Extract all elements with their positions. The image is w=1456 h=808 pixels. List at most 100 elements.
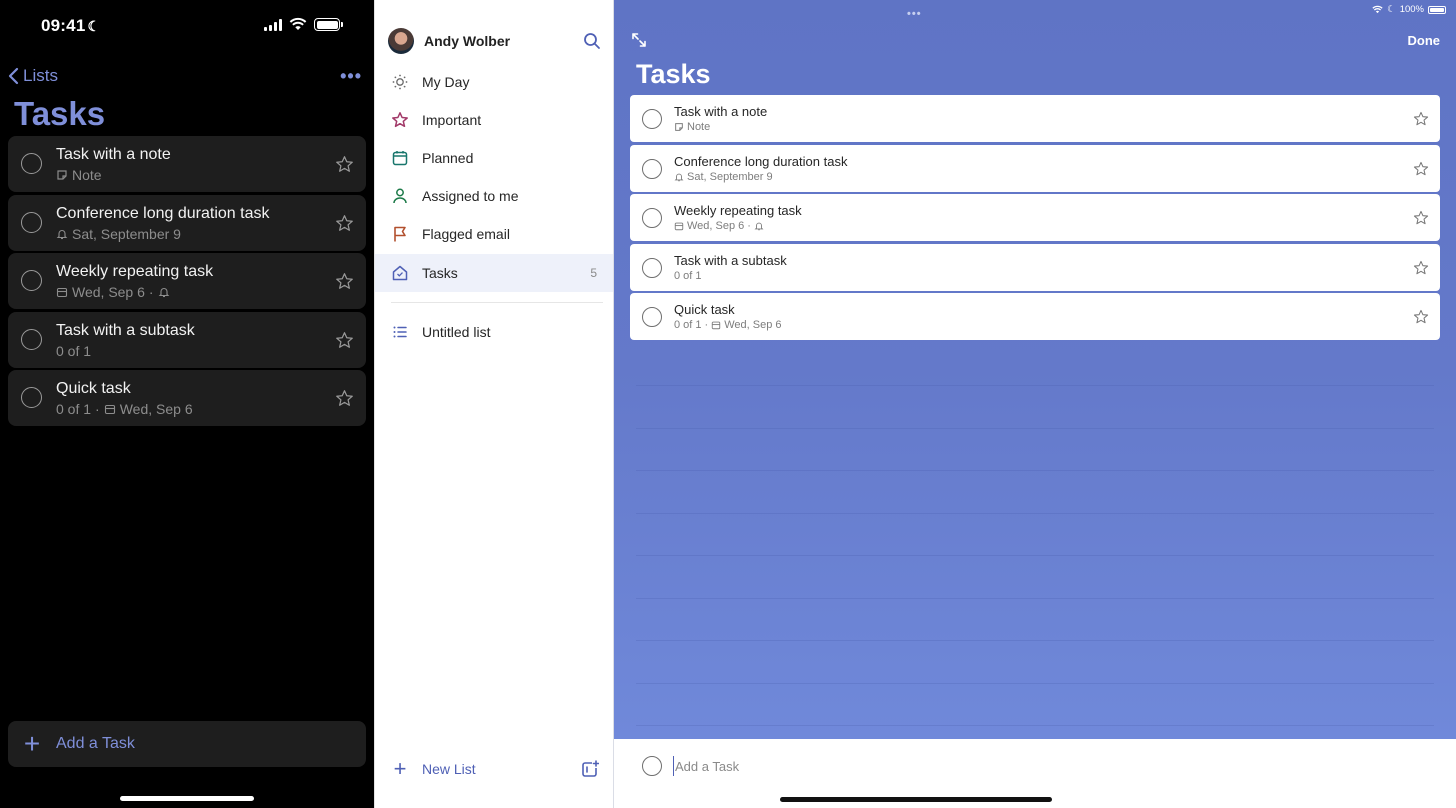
complete-task-checkbox[interactable] xyxy=(21,328,42,350)
plus-icon: + xyxy=(23,728,41,759)
add-task-circle-icon xyxy=(642,756,662,776)
mark-important-button[interactable] xyxy=(335,389,354,413)
mark-important-button[interactable] xyxy=(1413,161,1429,182)
add-task-input[interactable] xyxy=(673,756,1273,776)
sidebar-item-untitled-list[interactable]: Untitled list xyxy=(375,313,613,351)
complete-task-checkbox[interactable] xyxy=(21,387,42,408)
home-indicator xyxy=(120,796,254,801)
sidebar-item-label: Tasks xyxy=(422,265,458,281)
ruled-line xyxy=(636,725,1434,726)
complete-task-checkbox[interactable] xyxy=(21,270,42,291)
task-row[interactable]: Weekly repeating task Wed, Sep 6 · xyxy=(630,194,1440,242)
mark-important-button[interactable] xyxy=(1413,309,1429,330)
sidebar-item-my-day[interactable]: My Day xyxy=(375,63,613,101)
task-meta-text: Note xyxy=(72,167,102,183)
task-row[interactable]: Quick task 0 of 1 · Wed, Sep 6 xyxy=(8,370,366,426)
mark-important-button[interactable] xyxy=(335,331,354,355)
nav-bar: Lists ••• xyxy=(8,64,362,88)
ruled-line xyxy=(636,427,1434,429)
moon-icon: ☾ xyxy=(87,18,101,34)
moon-icon: ☾ xyxy=(1387,4,1396,15)
sidebar-item-label: Planned xyxy=(422,150,474,166)
battery-icon xyxy=(314,18,343,31)
complete-task-checkbox[interactable] xyxy=(21,211,42,233)
complete-task-checkbox[interactable] xyxy=(642,109,662,129)
star-icon[interactable] xyxy=(335,272,354,291)
back-to-lists-button[interactable]: Lists xyxy=(8,66,58,86)
task-row[interactable]: Conference long duration task Sat, Septe… xyxy=(630,144,1440,192)
sidebar-item-planned[interactable]: Planned xyxy=(375,139,613,177)
complete-task-checkbox[interactable] xyxy=(642,257,662,278)
cellular-signal-icon xyxy=(264,19,282,31)
task-row[interactable]: Task with a subtask 0 of 1 xyxy=(630,243,1440,291)
house-icon xyxy=(391,264,409,282)
star-icon[interactable] xyxy=(1413,260,1429,276)
star-icon[interactable] xyxy=(335,155,354,174)
star-icon[interactable] xyxy=(1413,161,1429,177)
star-icon[interactable] xyxy=(1413,309,1429,325)
task-meta: 0 of 1 xyxy=(674,270,702,282)
new-list-button[interactable]: New List xyxy=(422,761,476,777)
star-icon[interactable] xyxy=(1413,210,1429,226)
task-meta-text: 0 of 1 xyxy=(56,342,92,359)
task-meta: Note xyxy=(56,167,102,183)
mark-important-button[interactable] xyxy=(1413,111,1429,132)
task-row[interactable]: Quick task 0 of 1 · Wed, Sep 6 xyxy=(630,293,1440,341)
page-title: Tasks xyxy=(636,59,711,89)
status-bar: 09:41 ☾ xyxy=(0,14,374,38)
sidebar-item-important[interactable]: Important xyxy=(375,101,613,139)
star-icon[interactable] xyxy=(335,389,354,408)
mark-important-button[interactable] xyxy=(335,272,354,296)
task-meta-text: Wed, Sep 6 xyxy=(119,401,193,417)
star-icon[interactable] xyxy=(335,214,354,233)
task-row[interactable]: Task with a note Note xyxy=(630,95,1440,142)
mark-important-button[interactable] xyxy=(335,214,354,238)
task-meta: 0 of 1 · Wed, Sep 6 xyxy=(674,319,781,331)
more-options-button[interactable]: ••• xyxy=(340,66,362,87)
mark-important-button[interactable] xyxy=(1413,260,1429,281)
task-row[interactable]: Conference long duration task Sat, Septe… xyxy=(8,194,366,251)
task-row[interactable]: Task with a note Note xyxy=(8,136,366,192)
complete-task-checkbox[interactable] xyxy=(21,153,42,174)
sidebar-item-flagged-email[interactable]: Flagged email xyxy=(375,215,613,253)
sun-icon xyxy=(391,73,409,91)
mark-important-button[interactable] xyxy=(1413,210,1429,231)
add-task-button[interactable]: + Add a Task xyxy=(8,721,366,767)
new-list-plus-icon[interactable]: + xyxy=(391,756,409,782)
ruled-line xyxy=(636,385,1434,386)
task-title: Task with a subtask xyxy=(674,252,787,268)
meta-separator: · xyxy=(747,220,751,233)
task-row[interactable]: Weekly repeating task Wed, Sep 6 · xyxy=(8,253,366,309)
complete-task-checkbox[interactable] xyxy=(642,208,662,229)
status-time: 09:41 ☾ xyxy=(41,16,100,36)
task-row[interactable]: Task with a subtask 0 of 1 xyxy=(8,311,366,368)
mark-important-button[interactable] xyxy=(335,155,354,179)
star-icon[interactable] xyxy=(1413,111,1429,127)
user-account[interactable]: Andy Wolber xyxy=(388,28,601,54)
search-icon[interactable] xyxy=(583,32,601,50)
sidebar-item-tasks[interactable]: Tasks 5 xyxy=(375,254,613,292)
task-meta-text: Note xyxy=(687,121,711,133)
person-icon xyxy=(391,187,409,205)
task-meta: Wed, Sep 6 · xyxy=(674,220,764,232)
expand-icon[interactable] xyxy=(630,31,648,49)
task-meta: Note xyxy=(674,121,710,133)
task-title: Conference long duration task xyxy=(56,204,270,222)
task-meta-text: Sat, September 9 xyxy=(687,170,773,183)
star-icon[interactable] xyxy=(335,331,354,350)
new-list-row: + New List xyxy=(375,755,613,783)
done-button[interactable]: Done xyxy=(1408,33,1441,48)
battery-icon xyxy=(1428,5,1446,14)
new-group-icon[interactable] xyxy=(581,760,599,778)
item-count: 5 xyxy=(590,266,597,280)
multitasking-grabber[interactable]: ••• xyxy=(907,8,922,20)
complete-task-checkbox[interactable] xyxy=(642,158,662,179)
bell-icon xyxy=(158,288,169,298)
complete-task-checkbox[interactable] xyxy=(642,307,662,328)
ruled-line xyxy=(636,512,1434,514)
calendar-icon xyxy=(56,287,68,298)
list-icon xyxy=(391,323,409,341)
ruled-line xyxy=(636,682,1434,684)
task-title: Quick task xyxy=(56,380,131,397)
sidebar-item-assigned-to-me[interactable]: Assigned to me xyxy=(375,177,613,215)
